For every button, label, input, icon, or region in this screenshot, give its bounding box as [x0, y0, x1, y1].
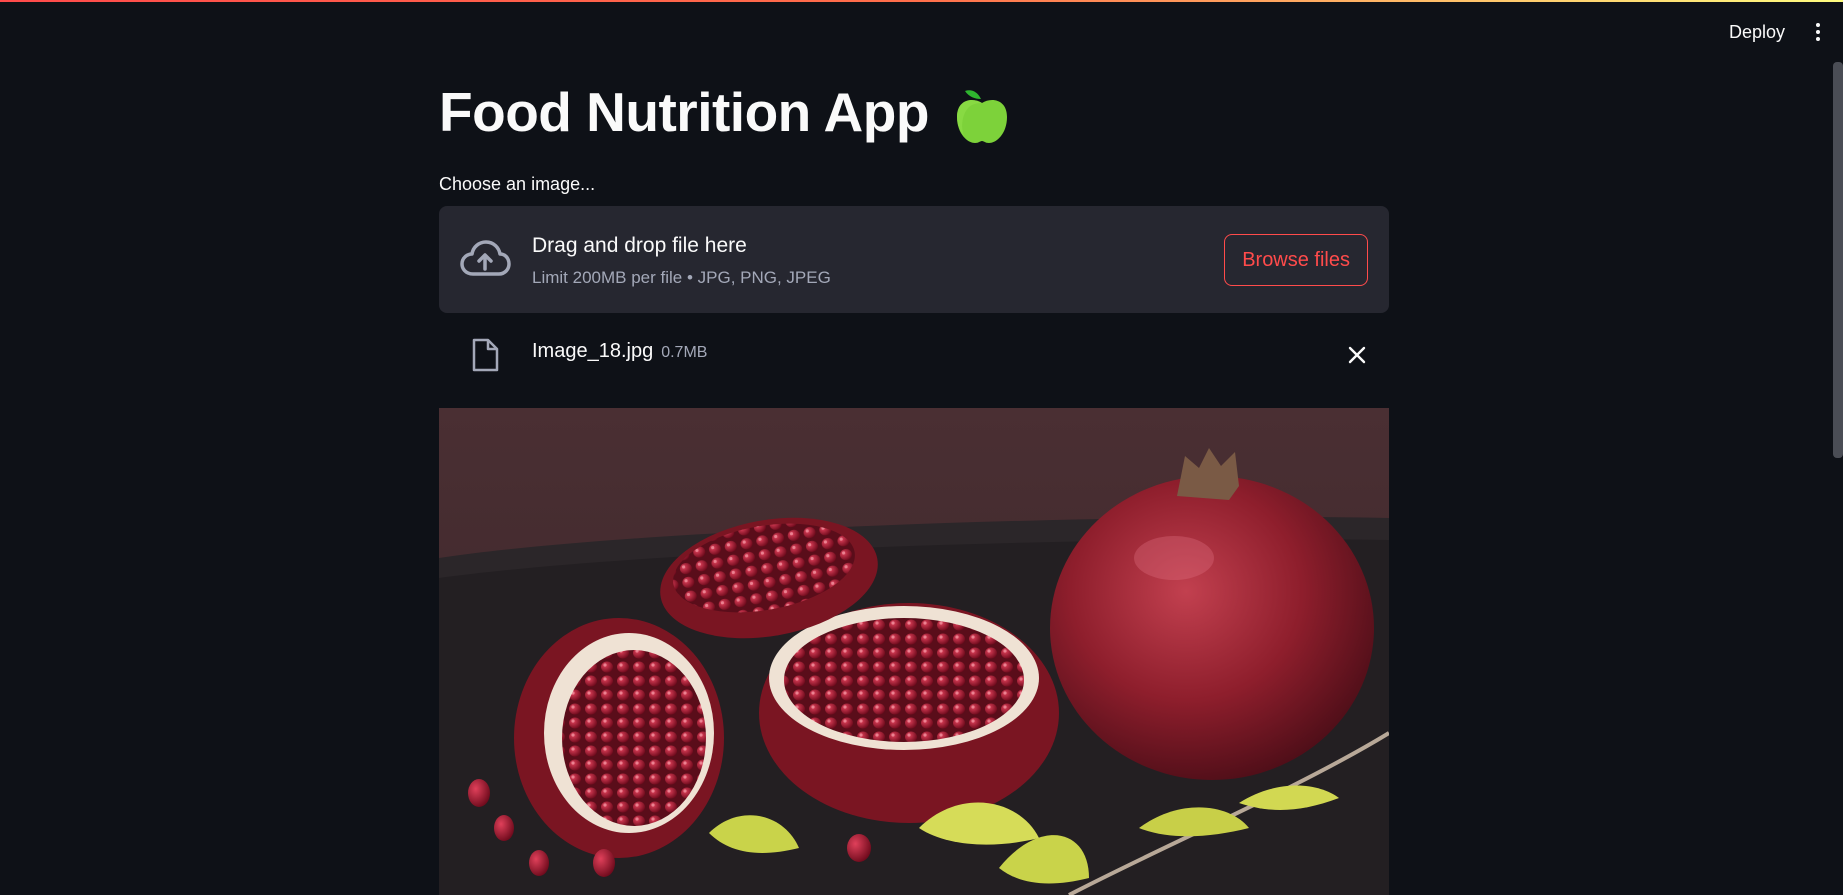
file-info: Image_18.jpg 0.7MB	[532, 340, 707, 363]
uploader-label: Choose an image...	[439, 174, 596, 194]
scrollbar[interactable]	[1833, 62, 1843, 458]
green-apple-icon	[951, 85, 1013, 147]
dropzone-text: Drag and drop file here Limit 200MB per …	[532, 232, 831, 288]
close-icon[interactable]	[1347, 345, 1367, 365]
cloud-upload-icon	[459, 238, 511, 280]
file-size: 0.7MB	[661, 344, 708, 361]
file-name: Image_18.jpg	[532, 340, 654, 362]
file-icon	[471, 338, 499, 372]
kebab-menu-icon[interactable]	[1807, 17, 1829, 47]
uploaded-food-image	[439, 408, 1389, 895]
top-decoration-bar	[0, 0, 1843, 2]
file-dropzone[interactable]: Drag and drop file here Limit 200MB per …	[439, 206, 1389, 313]
browse-files-button[interactable]: Browse files	[1224, 234, 1368, 286]
dropzone-subtitle: Limit 200MB per file • JPG, PNG, JPEG	[532, 268, 831, 287]
page-title: Food Nutrition App	[439, 74, 1013, 150]
page-title-text: Food Nutrition App	[439, 81, 929, 143]
dropzone-title: Drag and drop file here	[532, 234, 747, 257]
deploy-button[interactable]: Deploy	[1729, 16, 1785, 49]
uploaded-file-row: Image_18.jpg 0.7MB	[439, 330, 1389, 380]
app-toolbar: Deploy	[1729, 14, 1829, 50]
